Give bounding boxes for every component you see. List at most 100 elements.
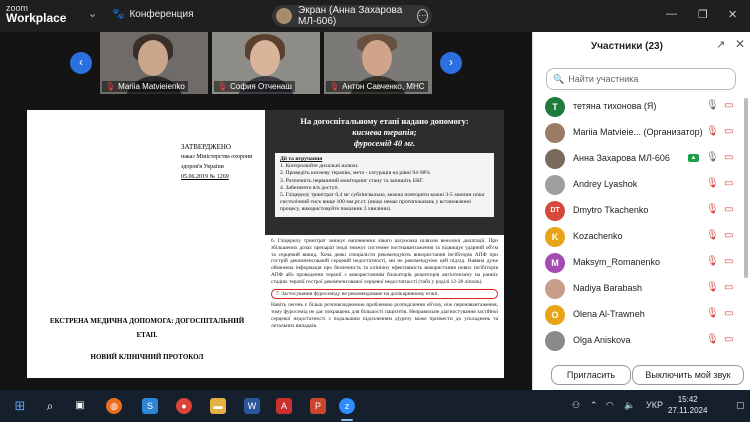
participant-row[interactable]: DT Dmytro Tkachenko 🎙 ▭ <box>533 198 743 224</box>
chrome-icon[interactable]: ● <box>176 398 192 414</box>
protocol-title-line: НОВИЙ КЛІНІЧНИЙ ПРОТОКОЛ <box>90 353 204 361</box>
video-off-icon[interactable]: ▭ <box>724 126 733 137</box>
search-icon[interactable]: ⌕ <box>42 398 58 414</box>
video-off-icon[interactable]: ▭ <box>724 256 733 267</box>
protocol-title: ЕКСТРЕНА МЕДИЧНА ДОПОМОГА: ДОГОСПІТАЛЬНИ… <box>47 314 247 364</box>
video-off-icon[interactable]: ▭ <box>724 308 733 319</box>
participant-row[interactable]: Olga Aniskova 🎙 ▭ <box>533 328 743 354</box>
participant-row[interactable]: T тетяна тихонова (Я) 🎙 ▭ <box>533 94 743 120</box>
mic-icon[interactable]: 🎙 <box>706 152 719 163</box>
video-off-icon[interactable]: ▭ <box>724 334 733 345</box>
close-icon[interactable]: ✕ <box>728 8 737 21</box>
step-item: 2. Проведіть кисневу терапію, мета - сат… <box>280 170 431 177</box>
avatar <box>276 8 292 24</box>
avatar <box>545 123 565 143</box>
mic-off-icon[interactable]: 🎙 <box>706 282 719 293</box>
step-item: 4. Забезпечте в/в доступ. <box>280 184 339 191</box>
skype-icon[interactable]: S <box>142 398 158 414</box>
participant-row[interactable]: Nadiya Barabash 🎙 ▭ <box>533 276 743 302</box>
invite-button[interactable]: Пригласить <box>551 365 631 385</box>
participant-name: Dmytro Tkachenko <box>573 205 649 215</box>
participants-header: Участники (23) ↗ ✕ <box>533 32 750 60</box>
windows-start-icon[interactable]: ⊞ <box>12 398 28 414</box>
restore-icon[interactable]: ❐ <box>698 8 708 21</box>
user-tray-icon[interactable]: ⚇ <box>572 400 580 411</box>
protocol-text: 6. Гліцерилу тринітрат знижує наповнення… <box>265 235 504 378</box>
zoom-app-icon[interactable]: z <box>339 398 355 414</box>
language-indicator[interactable]: УКР <box>646 400 663 410</box>
participant-row[interactable]: O Olena Al-Trawneh 🎙 ▭ <box>533 302 743 328</box>
face-shape <box>362 40 392 76</box>
mic-off-icon[interactable]: 🎙 <box>706 334 719 345</box>
video-off-icon[interactable]: ▭ <box>724 282 733 293</box>
clock[interactable]: 15:42 27.11.2024 <box>668 394 707 416</box>
highlighted-paragraph: 7. Застосування фуросеміду не рекомендов… <box>271 288 498 300</box>
word-icon[interactable]: W <box>244 398 260 414</box>
mic-off-icon[interactable]: 🎙 <box>706 126 719 137</box>
participant-row[interactable]: M Maksym_Romanenko 🎙 ▭ <box>533 250 743 276</box>
video-tile[interactable]: 🎙 София Отченаш <box>212 32 320 94</box>
participant-row[interactable]: Mariia Matvieie... (Организатор) 🎙 ▭ <box>533 120 743 146</box>
video-off-icon[interactable]: ▭ <box>724 204 733 215</box>
participant-name: Антон Савченко, МНС <box>342 82 425 91</box>
firefox-icon[interactable]: ◍ <box>106 398 122 414</box>
video-tile[interactable]: 🎙 Антон Савченко, МНС <box>324 32 432 94</box>
volume-icon[interactable]: 🔈 <box>624 400 635 411</box>
participants-scrollbar[interactable] <box>744 94 749 356</box>
search-icon: 🔍 <box>553 73 565 84</box>
mic-off-icon[interactable]: 🎙 <box>706 256 719 267</box>
step-item: 3. Розпочніть первинний моніторинг стану… <box>280 177 424 184</box>
mic-icon[interactable]: 🎙 <box>706 100 719 111</box>
meeting-stage: ‹ › 🎙 Mariia Matvieienko 🎙 София Отченаш <box>0 32 532 390</box>
video-off-icon[interactable]: ▭ <box>724 100 733 111</box>
slide-heading-line: киснева терапія; <box>352 127 417 137</box>
participant-row[interactable]: Andrey Lyashok 🎙 ▭ <box>533 172 743 198</box>
participant-row[interactable]: K Kozachenko 🎙 ▭ <box>533 224 743 250</box>
file-explorer-icon[interactable]: ▬ <box>210 398 226 414</box>
mic-off-icon: 🎙 <box>217 82 228 91</box>
participant-name: Olga Aniskova <box>573 335 631 345</box>
meeting-name: Конференция <box>129 9 194 20</box>
app-logo: zoom Workplace <box>6 3 67 25</box>
mic-off-icon[interactable]: 🎙 <box>706 178 719 189</box>
next-page-button[interactable]: › <box>440 52 462 74</box>
video-tile[interactable]: 🎙 Mariia Matvieienko <box>100 32 208 94</box>
video-off-icon[interactable]: ▭ <box>724 230 733 241</box>
minimize-icon[interactable]: — <box>666 8 677 20</box>
protocol-title-line: ЕКСТРЕНА МЕДИЧНА ДОПОМОГА: ДОГОСПІТАЛЬНИ… <box>49 317 245 339</box>
participant-name: Nadiya Barabash <box>573 283 643 293</box>
scrollbar-thumb[interactable] <box>744 98 748 278</box>
mic-off-icon[interactable]: 🎙 <box>706 230 719 241</box>
participant-name: Mariia Matvieie... (Организатор) <box>573 127 703 137</box>
video-off-icon[interactable]: ▭ <box>724 152 733 163</box>
avatar: K <box>545 227 565 247</box>
app-title: Workplace <box>6 11 67 25</box>
active-app-indicator <box>341 419 353 421</box>
acrobat-icon[interactable]: A <box>276 398 292 414</box>
slide-heading-line: На догоспітальному етапі надано допомогу… <box>300 116 469 126</box>
mic-off-icon[interactable]: 🎙 <box>706 308 719 319</box>
slide-panel: На догоспітальному етапі надано допомогу… <box>265 110 504 235</box>
wifi-icon[interactable]: ◠ <box>606 400 614 411</box>
clock-date: 27.11.2024 <box>668 406 708 415</box>
more-icon[interactable]: ⋯ <box>416 9 428 23</box>
previous-page-button[interactable]: ‹ <box>70 52 92 74</box>
notification-icon[interactable]: ▢ <box>736 400 745 411</box>
pop-out-icon[interactable]: ↗ <box>716 38 725 51</box>
mic-off-icon[interactable]: 🎙 <box>706 204 719 215</box>
participant-row[interactable]: Анна Захарова МЛ-606 ▲ 🎙 ▭ <box>533 146 743 172</box>
approval-line: наказ Міністерства охорони <box>181 154 253 160</box>
screen-share-indicator[interactable]: Экран (Анна Захарова МЛ-606) ⋯ <box>272 5 432 27</box>
powerpoint-icon[interactable]: P <box>310 398 326 414</box>
close-icon[interactable]: ✕ <box>735 37 745 51</box>
chevron-down-icon[interactable]: ⌄ <box>88 7 97 20</box>
video-off-icon[interactable]: ▭ <box>724 178 733 189</box>
chevron-up-icon[interactable]: ⌃ <box>590 400 598 411</box>
mute-my-audio-button[interactable]: Выключить мой звук <box>632 365 744 385</box>
meeting-title[interactable]: 🐾 Конференция <box>112 9 194 20</box>
task-view-icon[interactable]: ▣ <box>72 398 88 414</box>
search-input[interactable]: 🔍 Найти участника <box>546 68 736 90</box>
participant-name: София Отченаш <box>230 82 292 91</box>
video-strip: 🎙 Mariia Matvieienko 🎙 София Отченаш 🎙 А… <box>100 32 432 94</box>
slide-heading: На догоспітальному етапі надано допомогу… <box>265 110 504 149</box>
